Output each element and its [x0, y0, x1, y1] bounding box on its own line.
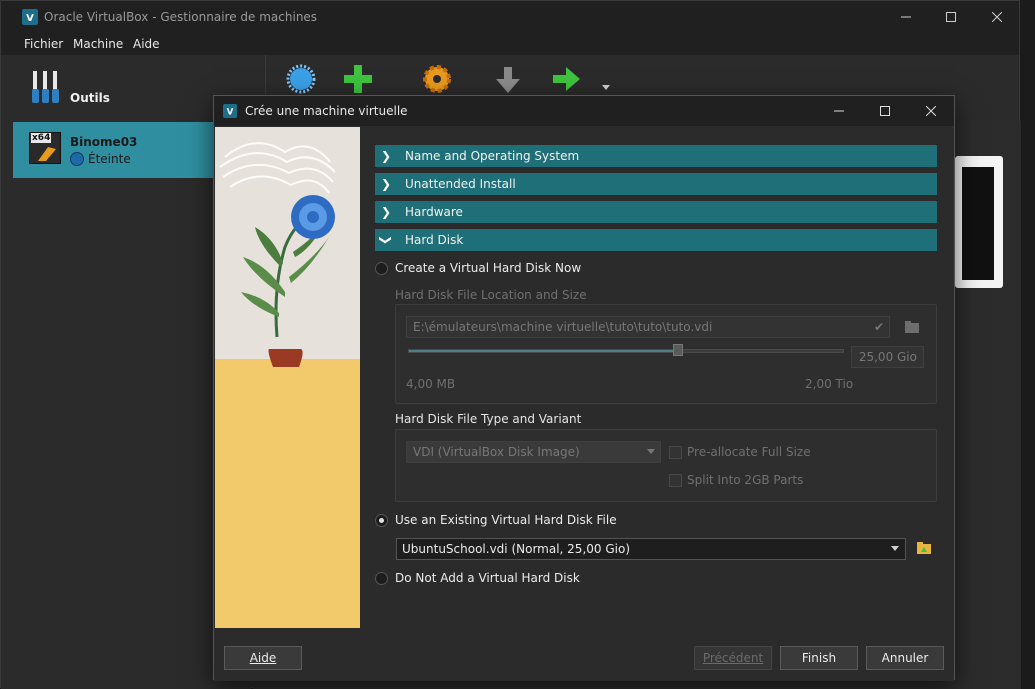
vm-os-glyph	[38, 147, 56, 161]
section-label: Name and Operating System	[405, 149, 580, 163]
size-min-label: 4,00 MB	[406, 377, 456, 391]
disk-type-value: VDI (VirtualBox Disk Image)	[413, 445, 580, 459]
disk-location-value: E:\émulateurs\machine virtuelle\tuto\tut…	[413, 320, 713, 334]
cancel-button[interactable]: Annuler	[866, 646, 944, 670]
section-label: Unattended Install	[405, 177, 516, 191]
disk-size-slider[interactable]	[408, 349, 844, 353]
maximize-icon	[946, 12, 956, 22]
section-name-os[interactable]: ❯ Name and Operating System	[375, 145, 937, 167]
dialog-minimize-button[interactable]	[816, 96, 862, 126]
virtualbox-logo-icon: V	[22, 9, 38, 25]
new-icon[interactable]	[285, 63, 317, 95]
slider-fill	[409, 350, 680, 352]
split-label[interactable]: Split Into 2GB Parts	[687, 473, 803, 487]
vm-preview-screen	[962, 167, 994, 280]
create-disk-radio[interactable]	[375, 262, 388, 275]
minimize-icon	[834, 110, 844, 112]
close-button[interactable]	[974, 1, 1020, 33]
type-group-title: Hard Disk File Type and Variant	[395, 412, 582, 426]
maximize-icon	[880, 106, 890, 116]
location-group-title: Hard Disk File Location and Size	[395, 288, 587, 302]
finish-button[interactable]: Finish	[780, 646, 858, 670]
tools-label: Outils	[70, 91, 110, 105]
folder-browse-icon[interactable]	[904, 319, 920, 335]
section-hard-disk[interactable]: ❯ Hard Disk	[375, 229, 937, 251]
chevron-down-icon	[891, 546, 899, 551]
disk-size-field[interactable]: 25,00 Gio	[851, 346, 924, 368]
power-off-icon	[70, 152, 84, 166]
vm-arch-badge: x64	[31, 133, 52, 143]
help-button-label: Aide	[249, 651, 277, 665]
menu-machine[interactable]: Machine	[73, 37, 123, 51]
cancel-button-label: Annuler	[881, 651, 929, 665]
settings-icon[interactable]	[421, 63, 453, 95]
choose-disk-icon[interactable]	[916, 540, 932, 556]
chevron-down-icon: ❯	[379, 234, 393, 246]
preallocate-label[interactable]: Pre-allocate Full Size	[687, 445, 811, 459]
virtualbox-logo-icon: V	[223, 104, 237, 118]
chevron-right-icon: ❯	[380, 177, 392, 191]
create-disk-label[interactable]: Create a Virtual Hard Disk Now	[395, 261, 581, 275]
chevron-right-icon: ❯	[380, 205, 392, 219]
back-button[interactable]: Précédent	[694, 646, 772, 670]
menu-bar: Fichier Machine Aide	[1, 33, 1019, 55]
existing-disk-select[interactable]: UbuntuSchool.vdi (Normal, 25,00 Gio)	[396, 538, 906, 560]
dialog-footer: Aide Précédent Finish Annuler	[214, 641, 954, 681]
svg-text:V: V	[227, 108, 234, 118]
vm-os-icon: x64	[29, 132, 61, 164]
disk-type-select[interactable]: VDI (VirtualBox Disk Image)	[406, 441, 661, 463]
section-hardware[interactable]: ❯ Hardware	[375, 201, 937, 223]
close-icon	[992, 12, 1002, 22]
section-label: Hardware	[405, 205, 463, 219]
disk-location-field[interactable]: E:\émulateurs\machine virtuelle\tuto\tut…	[406, 316, 890, 338]
slider-handle[interactable]	[673, 344, 684, 356]
section-unattended-install[interactable]: ❯ Unattended Install	[375, 173, 937, 195]
no-disk-radio[interactable]	[375, 572, 388, 585]
finish-button-label: Finish	[801, 651, 837, 665]
preallocate-checkbox[interactable]	[669, 446, 682, 459]
dialog-close-button[interactable]	[908, 96, 954, 126]
chevron-down-icon	[647, 449, 655, 454]
chevron-right-icon: ❯	[380, 149, 392, 163]
use-existing-disk-label[interactable]: Use an Existing Virtual Hard Disk File	[395, 513, 617, 527]
close-icon	[926, 106, 936, 116]
maximize-button[interactable]	[928, 1, 974, 33]
minimize-button[interactable]	[883, 1, 929, 33]
wizard-illustration	[215, 127, 360, 628]
use-existing-disk-radio[interactable]	[375, 514, 388, 527]
type-groupbox	[395, 429, 937, 502]
vm-state: Éteinte	[88, 152, 131, 166]
no-disk-label[interactable]: Do Not Add a Virtual Hard Disk	[395, 571, 580, 585]
menu-fichier[interactable]: Fichier	[24, 37, 63, 51]
existing-disk-value: UbuntuSchool.vdi (Normal, 25,00 Gio)	[402, 542, 630, 556]
window-title: Oracle VirtualBox - Gestionnaire de mach…	[44, 10, 318, 24]
dialog-maximize-button[interactable]	[862, 96, 908, 126]
dialog-title: Crée une machine virtuelle	[245, 104, 408, 118]
tools-icon	[32, 71, 59, 103]
vm-name: Binome03	[70, 135, 138, 149]
svg-text:V: V	[26, 13, 34, 24]
title-bar: V Oracle VirtualBox - Gestionnaire de ma…	[1, 1, 1019, 33]
dialog-title-bar: V Crée une machine virtuelle	[214, 96, 954, 126]
split-checkbox[interactable]	[669, 474, 682, 487]
back-button-label: Précédent	[702, 651, 764, 665]
minimize-icon	[901, 16, 911, 18]
menu-aide[interactable]: Aide	[133, 37, 160, 51]
create-vm-dialog: V Crée une machine virtuelle ❯ Name and …	[213, 95, 955, 681]
start-icon[interactable]	[550, 63, 582, 95]
size-max-label: 2,00 Tio	[805, 377, 854, 391]
check-icon: ✔	[873, 320, 884, 334]
add-icon[interactable]	[342, 63, 374, 95]
help-button[interactable]: Aide	[224, 646, 302, 670]
dropdown-arrow-icon[interactable]	[602, 85, 610, 91]
section-label: Hard Disk	[405, 233, 464, 247]
discard-icon[interactable]	[492, 63, 524, 95]
